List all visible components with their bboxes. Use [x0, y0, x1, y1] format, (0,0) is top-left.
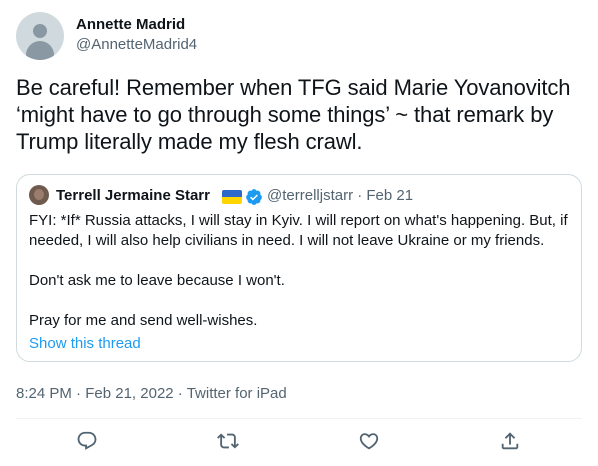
tweet-text: Be careful! Remember when TFG said Marie… — [16, 75, 571, 154]
tweet-meta: 8:24 PM · Feb 21, 2022 · Twitter for iPa… — [16, 385, 287, 403]
quoted-tweet[interactable]: Terrell Jermaine Starr @terrelljstarr · … — [16, 174, 582, 362]
share-icon — [501, 432, 519, 450]
show-thread-link[interactable]: Show this thread — [29, 335, 141, 353]
retweet-icon — [217, 433, 239, 449]
author-handle[interactable]: @AnnetteMadrid4 — [76, 36, 197, 54]
author-name[interactable]: Annette Madrid — [76, 16, 185, 34]
like-button[interactable] — [358, 430, 380, 452]
verified-badge-icon — [246, 189, 262, 205]
tweet-date[interactable]: Feb 21, 2022 — [85, 385, 173, 402]
meta-separator: · — [173, 385, 187, 402]
quoted-avatar[interactable] — [29, 185, 49, 205]
tweet: Annette Madrid @AnnetteMadrid4 Be carefu… — [0, 0, 598, 466]
quoted-text: FYI: *If* Russia attacks, I will stay in… — [29, 211, 569, 331]
divider — [16, 418, 582, 419]
tweet-time[interactable]: 8:24 PM — [16, 385, 72, 402]
quoted-paragraph: FYI: *If* Russia attacks, I will stay in… — [29, 212, 568, 249]
reply-button[interactable] — [76, 430, 98, 452]
avatar-body — [26, 41, 54, 60]
quoted-paragraph: Don't ask me to leave because I won't. — [29, 272, 285, 289]
quoted-paragraph: Pray for me and send well-wishes. — [29, 312, 258, 329]
quoted-author-name[interactable]: Terrell Jermaine Starr — [56, 187, 210, 205]
flag-yellow-stripe — [222, 197, 242, 204]
quoted-avatar-face — [34, 189, 44, 200]
like-icon — [359, 433, 379, 450]
ukraine-flag-icon — [222, 190, 242, 204]
share-button[interactable] — [499, 430, 521, 452]
meta-separator: · — [71, 385, 86, 402]
retweet-button[interactable] — [217, 430, 239, 452]
reply-icon — [77, 431, 97, 450]
tweet-source[interactable]: Twitter for iPad — [187, 385, 287, 402]
flag-blue-stripe — [222, 190, 242, 197]
quoted-handle-date[interactable]: @terrelljstarr · Feb 21 — [267, 187, 413, 205]
avatar-head — [33, 24, 47, 38]
avatar[interactable] — [16, 12, 64, 60]
